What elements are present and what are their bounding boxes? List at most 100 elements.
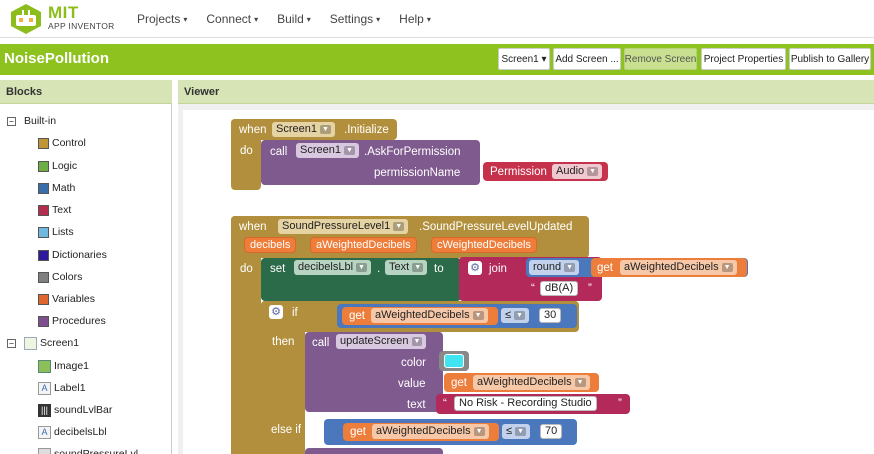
tree-item-procedures[interactable]: Procedures: [38, 312, 106, 330]
tree-screen1[interactable]: − Screen1: [7, 334, 79, 352]
if-label: if: [292, 307, 298, 319]
chevron-down-icon: ▼: [412, 263, 424, 272]
top-navigation: MIT APP INVENTOR Projects ▾ Connect ▾ Buil…: [0, 0, 874, 38]
chevron-down-icon: ▼: [356, 263, 367, 272]
screen1-dropdown[interactable]: Screen1 ▼: [272, 122, 335, 137]
colors-swatch-icon: [38, 271, 49, 283]
gear-icon[interactable]: ⚙: [269, 305, 283, 319]
text-dba-field[interactable]: dB(A): [540, 281, 579, 296]
tree-item-logic[interactable]: Logic: [38, 157, 77, 175]
publish-to-gallery-button[interactable]: Publish to Gallery: [789, 48, 871, 70]
get-label: get: [350, 426, 366, 438]
soundpressure-dropdown[interactable]: SoundPressureLevel1 ▼: [278, 219, 409, 234]
chevron-down-icon: ▾: [183, 15, 188, 25]
text-arg-label: text: [407, 399, 426, 411]
round-label: round: [533, 261, 562, 273]
get-label: get: [597, 262, 613, 274]
label-icon: A: [38, 381, 51, 395]
tree-component-image1[interactable]: Image1: [38, 357, 89, 375]
operator-label: ≤: [505, 309, 512, 321]
tree-item-lists[interactable]: Lists: [38, 223, 74, 241]
menu-settings-label: Settings: [329, 12, 374, 26]
menu-settings[interactable]: Settings ▾: [330, 12, 380, 26]
set-component-label: decibelsLbl: [298, 261, 354, 273]
logic-swatch-icon: [38, 160, 49, 172]
do-label: do: [240, 263, 253, 275]
menu-connect-label: Connect: [206, 12, 252, 26]
threshold-field-1[interactable]: 30: [539, 308, 562, 323]
tree-item-control[interactable]: Control: [38, 134, 86, 152]
screen1-dropdown-label: Screen1: [276, 123, 317, 135]
call-updatescreen-block-2[interactable]: [305, 448, 443, 454]
collapse-toggle-icon[interactable]: −: [7, 116, 16, 126]
text-norisk-field[interactable]: No Risk - Recording Studio: [454, 396, 597, 411]
tree-item-label: Logic: [52, 160, 78, 172]
call-label: call: [312, 337, 330, 349]
get-label: get: [451, 377, 467, 389]
tree-item-dictionaries[interactable]: Dictionaries: [38, 246, 107, 264]
get-var-dropdown[interactable]: aWeightedDecibels ▼: [620, 260, 737, 275]
tree-item-label: Dictionaries: [52, 249, 107, 261]
color-swatch-cyan[interactable]: [444, 354, 464, 368]
tree-item-math[interactable]: Math: [38, 179, 75, 197]
add-screen-button[interactable]: Add Screen ...: [553, 48, 621, 70]
menu-help[interactable]: Help ▾: [399, 12, 431, 26]
procedure-dropdown[interactable]: updateScreen ▼: [336, 334, 427, 349]
color-arg-label: color: [401, 357, 426, 369]
tree-builtin[interactable]: − Built-in: [7, 112, 56, 130]
menu-help-label: Help: [399, 12, 424, 26]
text-close-quote: ”: [618, 398, 622, 410]
text-swatch-icon: [38, 204, 49, 216]
operator-dropdown[interactable]: ≤ ▼: [501, 308, 529, 323]
set-property-dropdown[interactable]: Text ▼: [385, 260, 428, 275]
tree-item-label: Control: [52, 137, 86, 149]
threshold-field-2[interactable]: 70: [540, 424, 563, 439]
chevron-down-icon: ▾: [254, 15, 259, 25]
menu-build[interactable]: Build ▾: [277, 12, 311, 26]
tree-component-label: decibelsLbl: [54, 426, 107, 438]
viewer-panel-header: Viewer: [178, 80, 874, 104]
remove-screen-button[interactable]: Remove Screen: [624, 48, 697, 70]
blocks-workspace[interactable]: when Screen1 ▼ .Initialize do call Screen…: [183, 110, 874, 454]
chevron-down-icon: ▼: [721, 263, 733, 272]
soundpressure-event-label: .SoundPressureLevelUpdated: [419, 221, 573, 233]
call-component-label: Screen1: [300, 144, 341, 156]
get-var-dropdown[interactable]: aWeightedDecibels ▼: [372, 424, 489, 439]
screen-select-dropdown[interactable]: Screen1 ▾: [498, 48, 550, 70]
param-decibels[interactable]: decibels: [244, 237, 297, 253]
math-swatch-icon: [38, 182, 49, 194]
gear-icon[interactable]: ⚙: [468, 261, 482, 275]
app-inventor-logo-icon[interactable]: [8, 3, 44, 35]
collapse-toggle-icon[interactable]: −: [7, 338, 16, 348]
tree-item-variables[interactable]: Variables: [38, 290, 95, 308]
round-dropdown[interactable]: round ▼: [529, 260, 580, 275]
tree-item-label: Variables: [52, 293, 95, 305]
get-var-label: aWeightedDecibels: [477, 376, 572, 388]
get-var-dropdown[interactable]: aWeightedDecibels ▼: [371, 308, 488, 323]
tree-item-colors[interactable]: Colors: [38, 268, 82, 286]
set-component-dropdown[interactable]: decibelsLbl ▼: [294, 260, 371, 275]
soundpressure-dropdown-label: SoundPressureLevel1: [282, 220, 391, 232]
call-component-dropdown[interactable]: Screen1 ▼: [296, 143, 359, 158]
tree-item-label: Math: [52, 182, 76, 194]
param-aweighteddecibels[interactable]: aWeightedDecibels: [310, 237, 417, 253]
menu-connect[interactable]: Connect ▾: [206, 12, 258, 26]
project-properties-button[interactable]: Project Properties: [701, 48, 786, 70]
tree-component-label1[interactable]: A Label1: [38, 379, 86, 397]
menu-projects[interactable]: Projects ▾: [137, 12, 187, 26]
tree-component-soundlvlbar[interactable]: ||| soundLvlBar: [38, 401, 112, 419]
chevron-down-icon: ▼: [587, 167, 599, 176]
logo-subtitle: APP INVENTOR: [48, 21, 115, 31]
permission-label: Permission: [490, 166, 547, 178]
operator-dropdown[interactable]: ≤ ▼: [502, 424, 530, 439]
permission-dropdown[interactable]: Audio ▼: [552, 164, 603, 179]
tree-item-text[interactable]: Text: [38, 201, 71, 219]
param-cweighteddecibels[interactable]: cWeightedDecibels: [431, 237, 537, 253]
tree-component-decibelslbl[interactable]: AdecibelsLbl: [38, 423, 107, 441]
chevron-down-icon: ▼: [411, 337, 423, 346]
chevron-down-icon: ▼: [393, 222, 405, 231]
get-var-dropdown[interactable]: aWeightedDecibels ▼: [473, 375, 590, 390]
procedure-label: updateScreen: [340, 335, 409, 347]
text-open-quote: “: [443, 398, 447, 410]
tree-component-soundpressurelvl[interactable]: soundPressureLvl: [38, 445, 138, 454]
